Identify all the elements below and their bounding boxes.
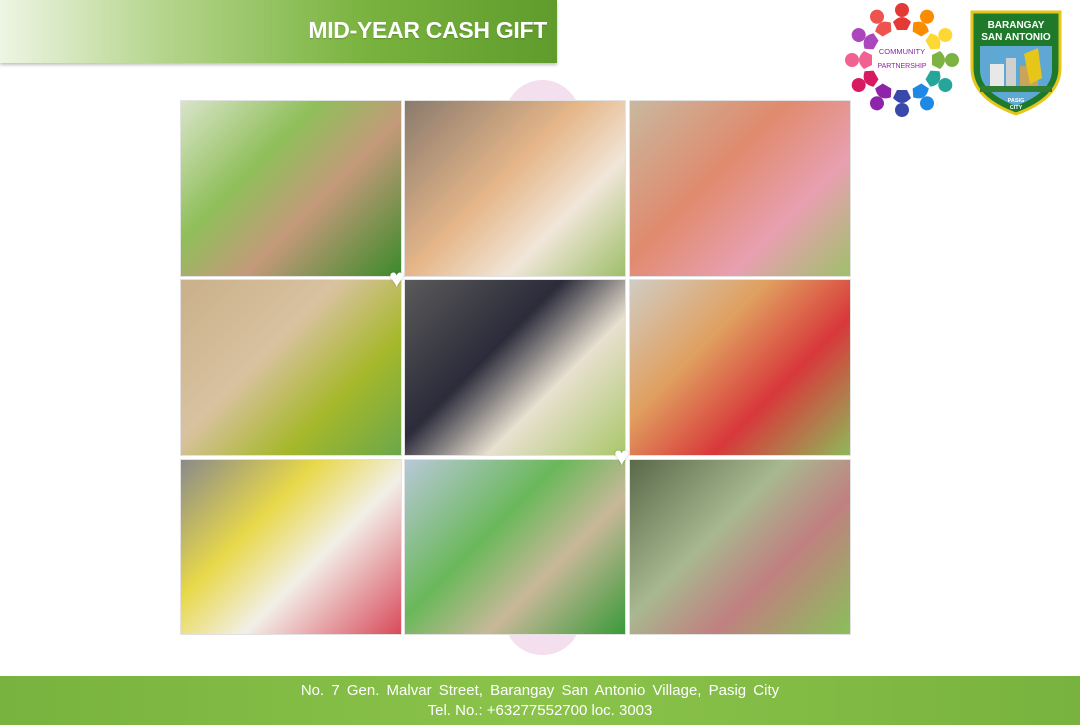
community-partnership-logo: COMMUNITY PARTNERSHIP	[843, 2, 961, 120]
collage-photo	[404, 279, 626, 456]
page-title: MID-YEAR CASH GIFT	[308, 17, 547, 43]
svg-text:CITY: CITY	[1010, 105, 1023, 111]
heart-icon: ♥	[389, 263, 405, 293]
svg-text:SAN ANTONIO: SAN ANTONIO	[981, 32, 1051, 43]
collage-photo	[629, 100, 851, 277]
collage-photo	[629, 279, 851, 456]
collage-photo	[404, 459, 626, 635]
collage-photo	[180, 459, 402, 635]
svg-text:BARANGAY: BARANGAY	[988, 20, 1045, 31]
heart-icon: ♥	[614, 441, 630, 471]
footer-bar: No. 7 Gen. Malvar Street, Barangay San A…	[0, 676, 1080, 725]
photo-collage: ♥ ♥	[180, 100, 851, 635]
footer-address: No. 7 Gen. Malvar Street, Barangay San A…	[300, 682, 780, 699]
svg-text:COMMUNITY: COMMUNITY	[879, 47, 925, 56]
collage-photo	[629, 459, 851, 635]
title-banner: MID-YEAR CASH GIFT	[0, 0, 557, 63]
collage-photo	[180, 100, 402, 277]
svg-text:PASIG: PASIG	[1008, 98, 1025, 104]
svg-text:PARTNERSHIP: PARTNERSHIP	[877, 63, 926, 70]
collage-photo	[180, 279, 402, 456]
collage-photo	[404, 100, 626, 277]
footer-telephone: Tel. No.: +63277552700 loc. 3003	[427, 702, 653, 719]
barangay-seal-logo: BARANGAY SAN ANTONIO PASIG CITY	[968, 6, 1064, 118]
